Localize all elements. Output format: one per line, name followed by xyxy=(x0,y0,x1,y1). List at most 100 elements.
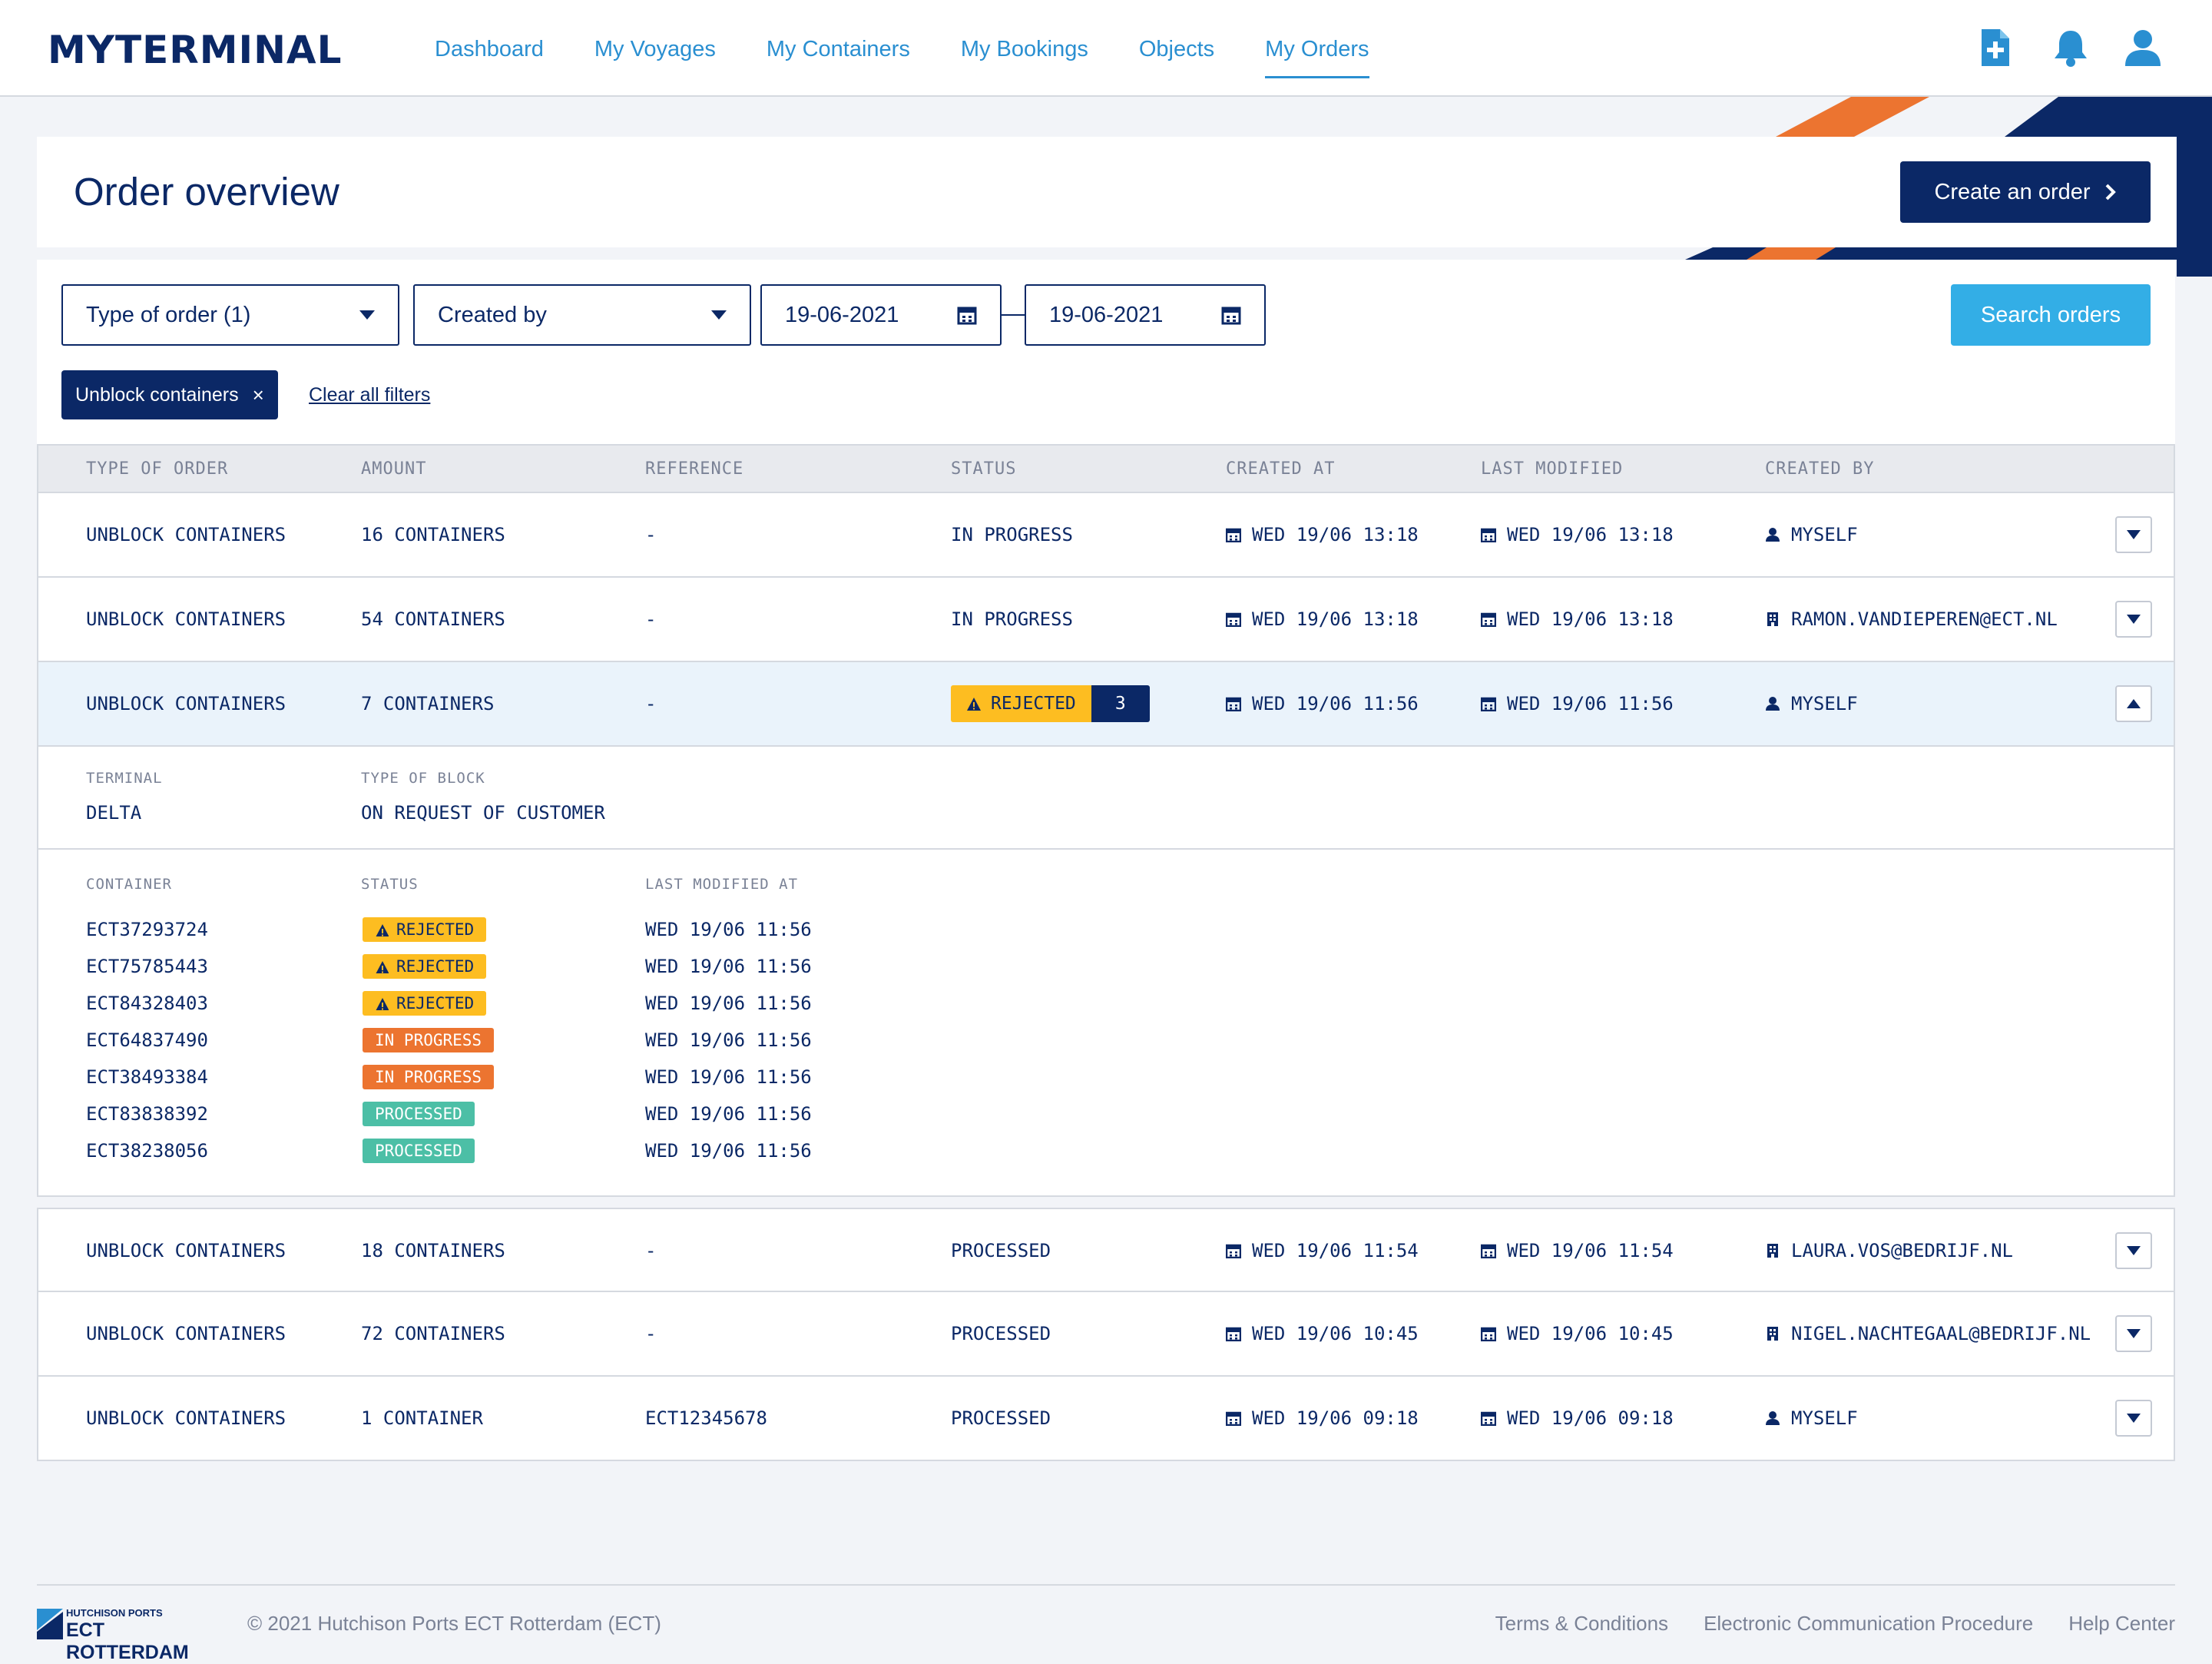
footer-link-2[interactable]: Electronic Communication Procedure xyxy=(1704,1612,2033,1636)
calendar-icon xyxy=(1481,1327,1496,1341)
container-row[interactable]: ECT64837490 IN PROGRESS WED 19/06 11:56 xyxy=(38,1026,960,1057)
order-type: UNBLOCK CONTAINERS xyxy=(86,608,286,630)
terminal-value: DELTA xyxy=(86,802,142,824)
calendar-icon-wrap xyxy=(1226,696,1241,711)
column-header-reference[interactable]: REFERENCE xyxy=(645,446,743,493)
footer-link-1[interactable]: Terms & Conditions xyxy=(1495,1612,1668,1636)
order-last-modified: WED 19/06 09:18 xyxy=(1481,1377,1674,1460)
date-to-input[interactable]: 19-06-2021 xyxy=(1025,284,1266,346)
active-filter-chip[interactable]: Unblock containers × xyxy=(61,370,278,419)
container-row[interactable]: ECT75785443 REJECTED WED 19/06 11:56 xyxy=(38,953,960,983)
container-row[interactable]: ECT38493384 IN PROGRESS WED 19/06 11:56 xyxy=(38,1063,960,1094)
date-from-input[interactable]: 19-06-2021 xyxy=(760,284,1002,346)
order-row[interactable]: UNBLOCK CONTAINERS 18 CONTAINERS - PROCESSE… xyxy=(37,1208,2175,1292)
order-type: UNBLOCK CONTAINERS xyxy=(86,1407,286,1429)
container-status-text: REJECTED xyxy=(396,994,475,1013)
company-building-icon xyxy=(1767,612,1778,626)
container-modified: WED 19/06 11:56 xyxy=(645,919,812,940)
clear-all-filters-link[interactable]: Clear all filters xyxy=(309,384,430,406)
container-row[interactable]: ECT37293724 REJECTED WED 19/06 11:56 xyxy=(38,916,960,946)
footer-divider xyxy=(37,1584,2175,1586)
order-reference: - xyxy=(645,608,657,630)
rejected-status-pill[interactable]: REJECTED 3 xyxy=(951,685,1150,722)
order-row[interactable]: UNBLOCK CONTAINERS 54 CONTAINERS - IN PROGR… xyxy=(37,578,2175,662)
search-orders-button[interactable]: Search orders xyxy=(1951,284,2151,346)
calendar-icon-wrap xyxy=(1226,1326,1241,1341)
created-by-select[interactable]: Created by xyxy=(413,284,751,346)
container-status-badge: REJECTED xyxy=(363,954,487,979)
calendar-icon-wrap xyxy=(1481,1410,1496,1426)
chevron-down-icon xyxy=(711,310,727,320)
column-header-last-modified[interactable]: LAST MODIFIED xyxy=(1481,446,1623,493)
container-row[interactable]: ECT84328403 REJECTED WED 19/06 11:56 xyxy=(38,989,960,1020)
type-of-order-value: Type of order (1) xyxy=(86,302,251,327)
calendar-icon xyxy=(1226,612,1241,627)
order-amount: 16 CONTAINERS xyxy=(361,524,505,545)
created-at-text: WED 19/06 13:18 xyxy=(1252,608,1419,630)
nav-item-dashboard[interactable]: Dashboard xyxy=(435,0,544,97)
order-last-modified: WED 19/06 11:56 xyxy=(1481,662,1674,745)
container-id: ECT37293724 xyxy=(86,919,208,940)
order-status: PROCESSED xyxy=(951,1209,1051,1292)
order-reference: - xyxy=(645,524,657,545)
creator-icon-wrap xyxy=(1765,1243,1780,1258)
footer-link-3[interactable]: Help Center xyxy=(2068,1612,2175,1636)
container-id: ECT83838392 xyxy=(86,1103,208,1125)
calendar-icon xyxy=(1221,307,1241,325)
container-row[interactable]: ECT38238056 PROCESSED WED 19/06 11:56 xyxy=(38,1137,960,1168)
warning-icon xyxy=(967,697,981,711)
order-amount: 7 CONTAINERS xyxy=(361,693,495,714)
new-document-icon[interactable] xyxy=(1975,28,2015,68)
bell-icon[interactable] xyxy=(2051,28,2091,68)
type-of-order-select[interactable]: Type of order (1) xyxy=(61,284,399,346)
calendar-icon-wrap xyxy=(1226,1243,1241,1258)
expand-row-button[interactable] xyxy=(2115,1400,2152,1437)
order-reference: - xyxy=(645,1240,657,1261)
hutchison-ports-logo-mark xyxy=(37,1609,63,1639)
column-header-created-by[interactable]: CREATED BY xyxy=(1765,446,1874,493)
status-text: IN PROGRESS xyxy=(951,524,1073,545)
collapse-row-button[interactable] xyxy=(2115,685,2152,722)
nav-item-my-orders[interactable]: My Orders xyxy=(1265,0,1369,97)
expand-row-button[interactable] xyxy=(2115,601,2152,638)
order-reference: - xyxy=(645,693,657,714)
order-created-at: WED 19/06 13:18 xyxy=(1226,578,1419,661)
created-by-value: Created by xyxy=(438,302,547,327)
container-list-header: STATUS xyxy=(361,876,419,893)
container-status-text: REJECTED xyxy=(396,957,475,976)
nav-item-my-voyages[interactable]: My Voyages xyxy=(594,0,716,97)
expand-row-button[interactable] xyxy=(2115,1315,2152,1352)
create-order-button[interactable]: Create an order xyxy=(1900,161,2151,223)
nav-item-my-bookings[interactable]: My Bookings xyxy=(961,0,1088,97)
order-amount: 1 CONTAINER xyxy=(361,1407,483,1429)
column-header-type-of-order[interactable]: TYPE OF ORDER xyxy=(86,446,228,493)
block-type-label: TYPE OF BLOCK xyxy=(361,770,485,787)
filter-panel: Type of order (1) Created by 19-06-2021 … xyxy=(37,260,2175,444)
container-row[interactable]: ECT83838392 PROCESSED WED 19/06 11:56 xyxy=(38,1100,960,1131)
copyright-text: © 2021 Hutchison Ports ECT Rotterdam (EC… xyxy=(247,1612,661,1635)
order-row[interactable]: UNBLOCK CONTAINERS 7 CONTAINERS - REJECTED 3… xyxy=(37,662,2175,747)
top-navigation-bar: MYTERMINAL Dashboard My Voyages My Contain… xyxy=(0,0,2212,97)
company-building-icon xyxy=(1767,1244,1778,1258)
column-header-status[interactable]: STATUS xyxy=(951,446,1016,493)
container-status-text: IN PROGRESS xyxy=(375,1068,482,1086)
order-row[interactable]: UNBLOCK CONTAINERS 1 CONTAINER ECT12345678… xyxy=(37,1377,2175,1461)
creator-icon-wrap xyxy=(1765,1326,1780,1341)
order-row[interactable]: UNBLOCK CONTAINERS 72 CONTAINERS - PROCESSE… xyxy=(37,1292,2175,1377)
person-icon xyxy=(1766,1411,1780,1425)
expand-row-button[interactable] xyxy=(2115,1232,2152,1269)
myterminal-logo[interactable]: MYTERMINAL xyxy=(48,28,343,72)
expand-row-button[interactable] xyxy=(2115,516,2152,553)
order-status: PROCESSED xyxy=(951,1292,1051,1375)
container-modified: WED 19/06 11:56 xyxy=(645,1103,812,1125)
nav-item-objects[interactable]: Objects xyxy=(1139,0,1214,97)
order-type: UNBLOCK CONTAINERS xyxy=(86,693,286,714)
column-header-amount[interactable]: AMOUNT xyxy=(361,446,426,493)
user-account-icon[interactable] xyxy=(2123,28,2163,68)
container-status-badge: PROCESSED xyxy=(363,1102,475,1126)
ect-rotterdam-logo[interactable]: HUTCHISON PORTS ECT ROTTERDAM xyxy=(37,1606,214,1663)
column-header-created-at[interactable]: CREATED AT xyxy=(1226,446,1335,493)
close-icon[interactable]: × xyxy=(253,383,264,407)
nav-item-my-containers[interactable]: My Containers xyxy=(767,0,910,97)
order-row[interactable]: UNBLOCK CONTAINERS 16 CONTAINERS - IN PROGR… xyxy=(37,493,2175,578)
